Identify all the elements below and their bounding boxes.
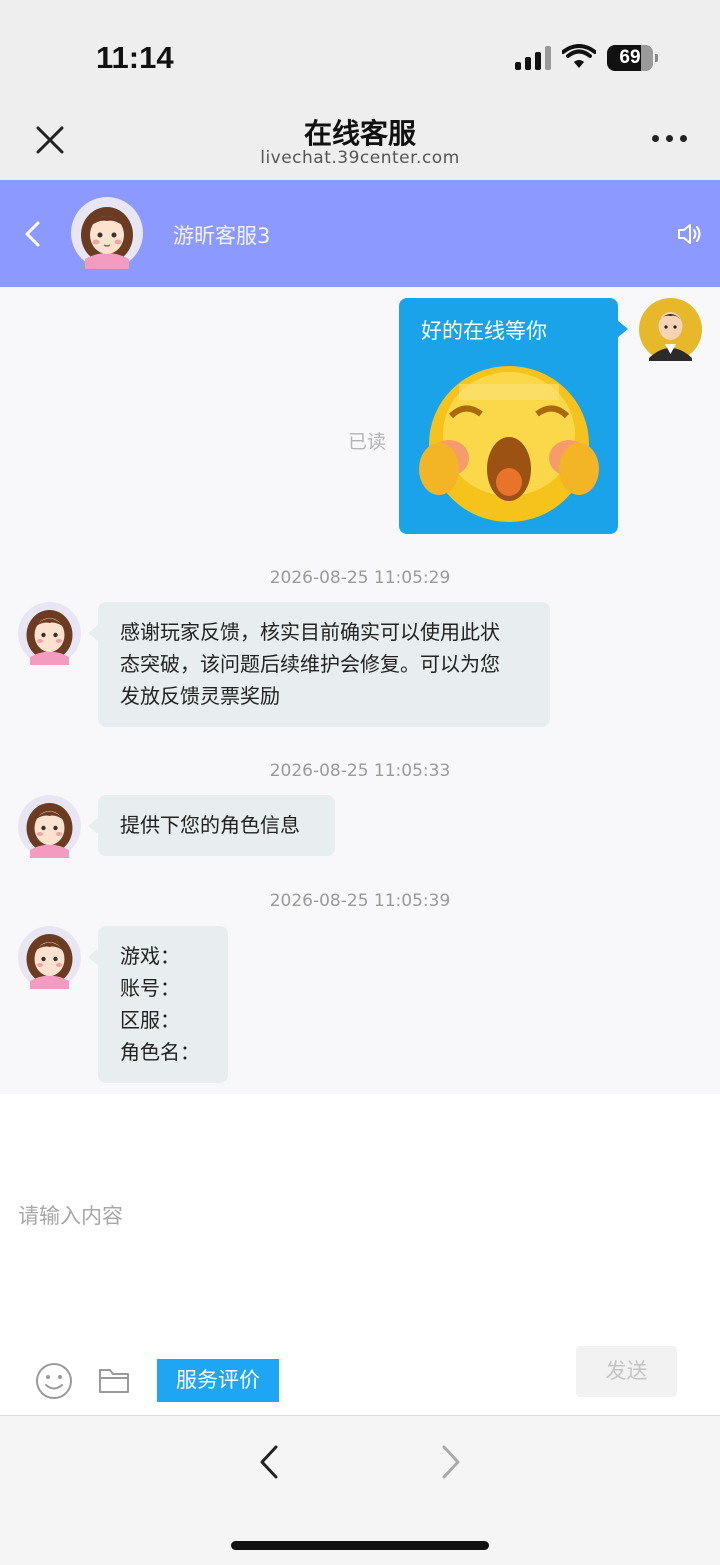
message-timestamp: 2026-08-25 11:05:29 [269, 568, 451, 588]
browser-forward-icon[interactable] [440, 1444, 462, 1480]
user-avatar [639, 298, 702, 361]
status-time: 11:14 [96, 40, 174, 75]
incoming-message-bubble[interactable]: 游戏： 账号： 区服： 角色名： [88, 926, 228, 1083]
home-indicator[interactable] [231, 1541, 489, 1550]
message-text-line: 提供下您的角色信息 [120, 813, 300, 837]
more-options-icon[interactable] [652, 135, 688, 145]
status-bar: 11:14 69 [0, 0, 720, 100]
message-text-line: 角色名： [120, 1040, 200, 1064]
message-timestamp: 2026-08-25 11:05:33 [269, 761, 451, 781]
agent-avatar [18, 795, 81, 858]
incoming-message-bubble[interactable]: 感谢玩家反馈，核实目前确实可以使用此状 态突破，该问题后续维护会修复。可以为您 … [88, 602, 550, 727]
read-status: 已读 [348, 431, 387, 453]
message-text-line: 态突破，该问题后续维护会修复。可以为您 [120, 652, 500, 676]
message-timestamp: 2026-08-25 11:05:39 [269, 891, 451, 911]
page-url: livechat.39center.com [260, 148, 460, 168]
back-arrow-icon[interactable] [22, 220, 44, 248]
message-text-line: 感谢玩家反馈，核实目前确实可以使用此状 [120, 620, 500, 644]
browser-bottom-toolbar [0, 1415, 720, 1565]
browser-back-icon[interactable] [258, 1444, 280, 1480]
folder-icon[interactable] [98, 1365, 130, 1395]
message-text-line: 游戏： [120, 944, 180, 968]
message-text-line: 发放反馈灵票奖励 [120, 684, 280, 708]
outgoing-message-text: 好的在线等你 [421, 319, 547, 343]
incoming-message-bubble[interactable]: 提供下您的角色信息 [88, 795, 335, 856]
browser-title-bar: 在线客服 livechat.39center.com [0, 100, 720, 180]
send-button[interactable]: 发送 [576, 1346, 677, 1397]
agent-name: 游昕客服3 [173, 224, 271, 248]
agent-avatar [18, 602, 81, 665]
outgoing-message-bubble[interactable]: 好的在线等你 [399, 298, 628, 534]
message-input[interactable]: 请输入内容 [18, 1200, 123, 1230]
battery-level: 69 [619, 47, 641, 68]
message-text-line: 区服： [120, 1008, 180, 1032]
page-title: 在线客服 [303, 117, 416, 150]
wifi-icon [562, 44, 596, 68]
smiley-icon[interactable] [35, 1362, 73, 1400]
speaker-icon[interactable] [676, 220, 704, 248]
chat-messages-area[interactable]: 好的在线等你 已读 2026-08-25 11:05:29 感谢玩家反馈，核实目… [0, 287, 720, 1094]
battery-icon: 69 [607, 45, 658, 71]
agent-avatar [71, 197, 143, 269]
message-text-line: 账号： [120, 976, 180, 1000]
crying-face-emoji-icon [419, 366, 599, 522]
chat-header: 游昕客服3 [0, 180, 720, 287]
agent-avatar [18, 926, 81, 989]
service-review-button[interactable]: 服务评价 [157, 1359, 279, 1402]
cellular-signal-icon [515, 46, 551, 70]
